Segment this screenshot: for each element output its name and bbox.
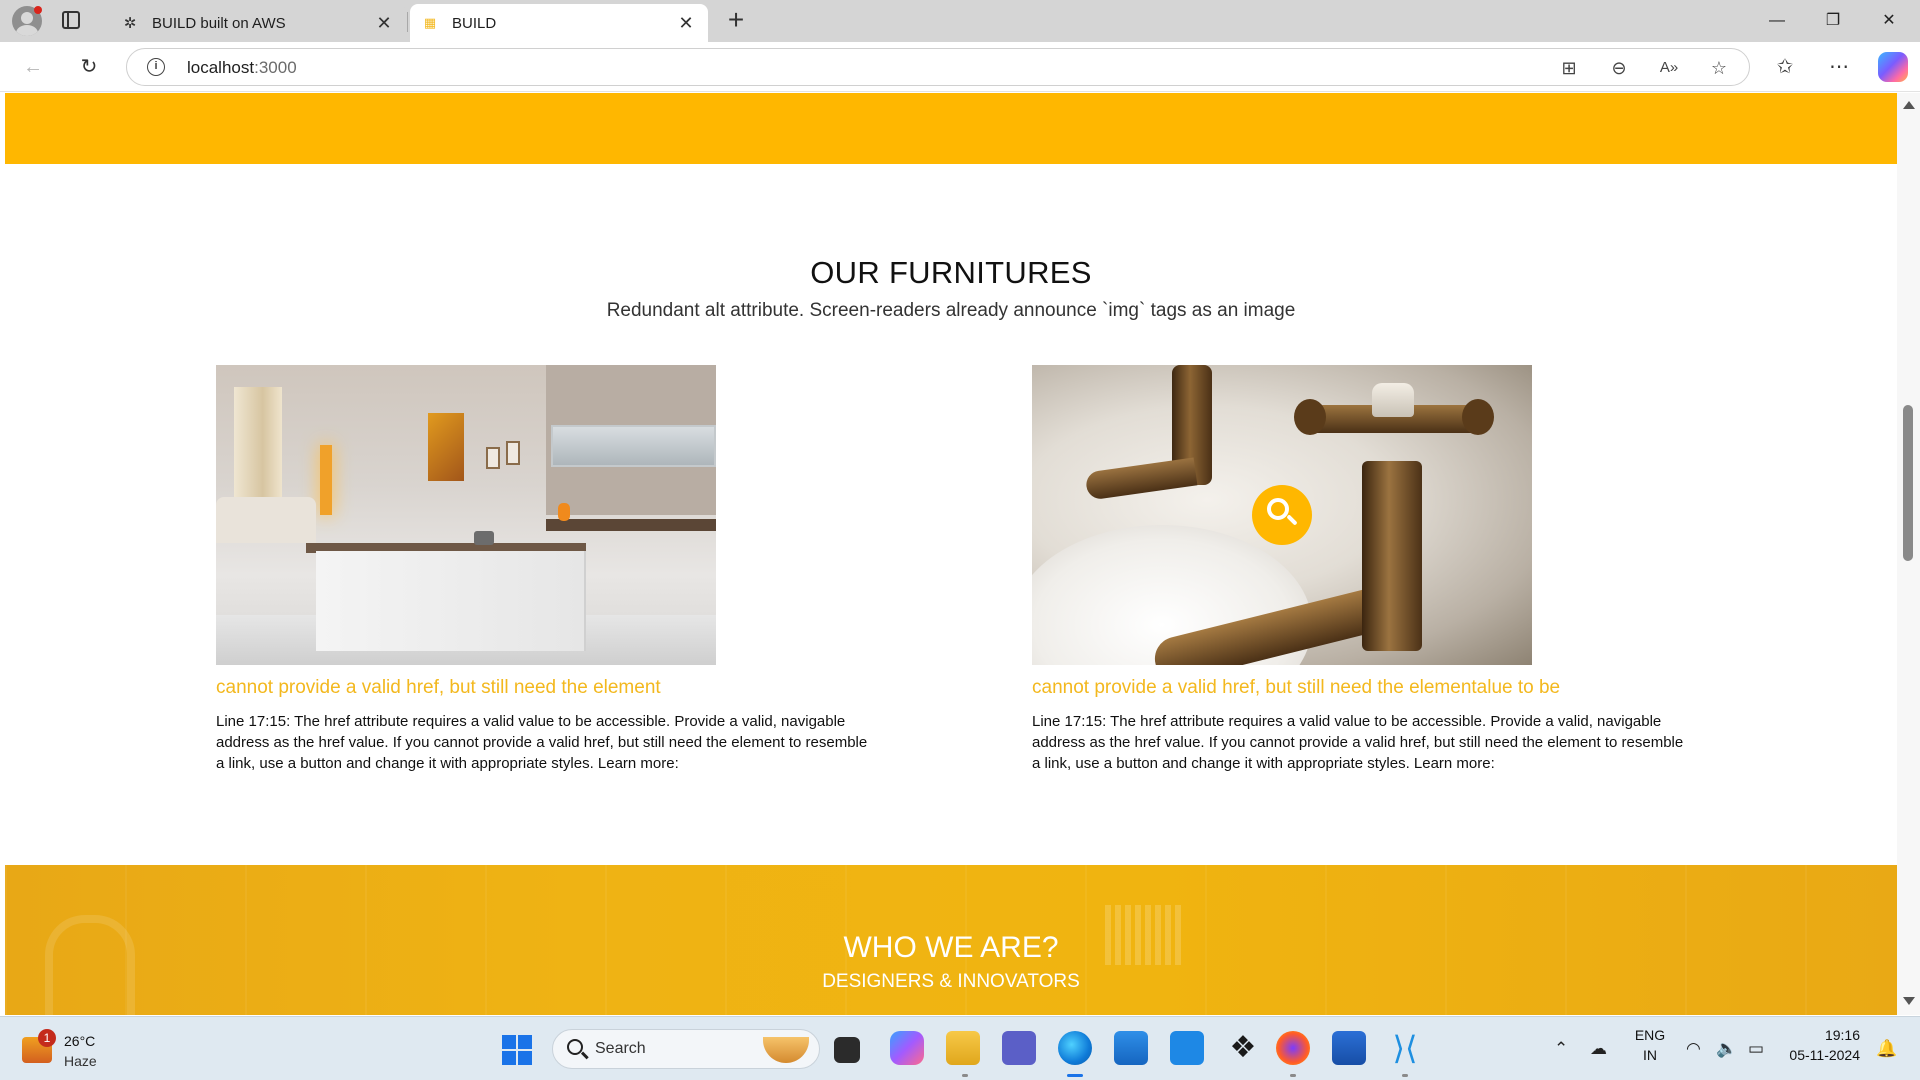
- scroll-up-arrow-icon[interactable]: [1903, 101, 1915, 109]
- url-host: localhost: [187, 58, 255, 77]
- copilot-icon[interactable]: [1878, 52, 1908, 82]
- tab-build-built-on-aws[interactable]: ✲ BUILD built on AWS ✕: [110, 4, 406, 42]
- running-app-indicator: [1402, 1074, 1408, 1077]
- copilot-app-icon[interactable]: [890, 1031, 924, 1065]
- file-explorer-icon[interactable]: [946, 1031, 980, 1065]
- weather-badge: 1: [38, 1029, 56, 1047]
- language-indicator[interactable]: ENG: [1628, 1027, 1672, 1043]
- taskbar-search-label: Search: [595, 1040, 646, 1057]
- site-info-icon[interactable]: i: [147, 58, 165, 76]
- word-icon[interactable]: [1332, 1031, 1366, 1065]
- tab-bar: ✲ BUILD built on AWS ✕ ▦ BUILD ✕ + — ❐ ✕: [0, 0, 1920, 42]
- page-viewport: OUR FURNITURES Redundant alt attribute. …: [5, 93, 1897, 1015]
- new-tab-button[interactable]: +: [722, 6, 750, 36]
- build-favicon-icon: ▦: [423, 15, 437, 30]
- page-scrollbar[interactable]: [1897, 93, 1920, 1015]
- task-view-icon[interactable]: [834, 1037, 860, 1063]
- windows-taskbar: 1 26°C Haze Search ❖ ⟩⟨ ⌃ ☁ ENG IN ◠ 🔈 ▭…: [0, 1016, 1920, 1080]
- onedrive-icon[interactable]: ☁: [1590, 1039, 1607, 1059]
- scrollbar-thumb[interactable]: [1903, 405, 1913, 561]
- restore-button[interactable]: ❐: [1810, 6, 1856, 36]
- notification-bell-icon[interactable]: 🔔: [1876, 1039, 1897, 1059]
- microsoft-store-icon[interactable]: [1114, 1031, 1148, 1065]
- favorites-icon[interactable]: ✩: [1770, 52, 1800, 82]
- search-highlight-icon: [763, 1037, 809, 1063]
- close-tab-icon[interactable]: ✕: [374, 13, 394, 34]
- chevron-up-icon[interactable]: ⌃: [1554, 1039, 1568, 1059]
- card-description: Line 17:15: The href attribute requires …: [1032, 713, 1684, 772]
- weather-temp: 26°C: [64, 1033, 96, 1049]
- dropbox-icon[interactable]: ❖: [1226, 1031, 1260, 1065]
- clock-time[interactable]: 19:16: [1780, 1027, 1860, 1043]
- tab-label: BUILD built on AWS: [152, 14, 286, 32]
- minimize-button[interactable]: —: [1754, 6, 1800, 36]
- refresh-icon[interactable]: ↻: [74, 52, 104, 82]
- wifi-icon[interactable]: ◠: [1686, 1039, 1701, 1059]
- card-title-link[interactable]: cannot provide a valid href, but still n…: [216, 677, 876, 699]
- weather-condition: Haze: [64, 1053, 97, 1069]
- furniture-card: cannot provide a valid href, but still n…: [216, 365, 876, 774]
- card-description: Line 17:15: The href attribute requires …: [216, 713, 868, 772]
- teams-icon[interactable]: [1002, 1031, 1036, 1065]
- app-available-icon[interactable]: ⊞: [1555, 54, 1583, 82]
- magnify-search-icon[interactable]: [1252, 485, 1312, 545]
- firefox-icon[interactable]: [1276, 1031, 1310, 1065]
- kitchen-image[interactable]: [216, 365, 716, 665]
- edge-browser-icon[interactable]: [1058, 1031, 1092, 1065]
- tab-build[interactable]: ▦ BUILD ✕: [410, 4, 708, 42]
- running-app-indicator: [962, 1074, 968, 1077]
- who-we-are-subtitle: DESIGNERS & INNOVATORS: [822, 971, 1080, 992]
- notification-dot: [34, 6, 42, 14]
- windows-start-icon[interactable]: [502, 1035, 532, 1065]
- myhp-icon[interactable]: [1170, 1031, 1204, 1065]
- vscode-icon[interactable]: ⟩⟨: [1388, 1031, 1422, 1065]
- tab-separator: [407, 12, 408, 32]
- more-options-icon[interactable]: ⋯: [1824, 52, 1854, 82]
- who-we-are-section: WHO WE ARE? DESIGNERS & INNOVATORS: [5, 865, 1897, 1015]
- address-bar[interactable]: i localhost:3000 ⊞ ⊖ A» ☆: [126, 48, 1750, 86]
- tab-label: BUILD: [452, 14, 497, 32]
- running-app-indicator: [1290, 1074, 1296, 1077]
- tab-actions-icon[interactable]: [62, 11, 80, 29]
- search-icon: [567, 1039, 583, 1055]
- faucet-image[interactable]: [1032, 365, 1532, 665]
- furniture-card: cannot provide a valid href, but still n…: [1032, 365, 1692, 774]
- favorite-star-icon[interactable]: ☆: [1705, 54, 1733, 82]
- who-we-are-title: WHO WE ARE?: [843, 931, 1059, 964]
- header-band: [5, 93, 1897, 164]
- card-title-link[interactable]: cannot provide a valid href, but still n…: [1032, 677, 1692, 699]
- browser-toolbar: ← ↻ i localhost:3000 ⊞ ⊖ A» ☆ ✩ ⋯: [0, 42, 1920, 92]
- clock-date[interactable]: 05-11-2024: [1776, 1047, 1860, 1063]
- section-subtitle: Redundant alt attribute. Screen-readers …: [606, 300, 1296, 321]
- url-port: :3000: [254, 58, 297, 77]
- close-tab-icon[interactable]: ✕: [676, 13, 696, 34]
- read-aloud-icon[interactable]: A»: [1655, 54, 1683, 82]
- background-chair-decoration: [45, 915, 135, 1015]
- volume-icon[interactable]: 🔈: [1716, 1039, 1737, 1059]
- close-window-button[interactable]: ✕: [1866, 6, 1912, 36]
- scroll-down-arrow-icon[interactable]: [1903, 997, 1915, 1005]
- url-text[interactable]: localhost:3000: [187, 58, 297, 78]
- battery-icon[interactable]: ▭: [1748, 1039, 1764, 1059]
- taskbar-search-box[interactable]: Search: [552, 1029, 820, 1069]
- section-title: OUR FURNITURES: [810, 255, 1092, 290]
- back-arrow-icon[interactable]: ←: [18, 52, 48, 82]
- region-indicator[interactable]: IN: [1628, 1047, 1672, 1063]
- active-app-indicator: [1067, 1074, 1083, 1077]
- zoom-out-icon[interactable]: ⊖: [1605, 54, 1633, 82]
- weather-widget[interactable]: 1 26°C Haze: [22, 1029, 142, 1073]
- openai-favicon-icon: ✲: [123, 15, 137, 32]
